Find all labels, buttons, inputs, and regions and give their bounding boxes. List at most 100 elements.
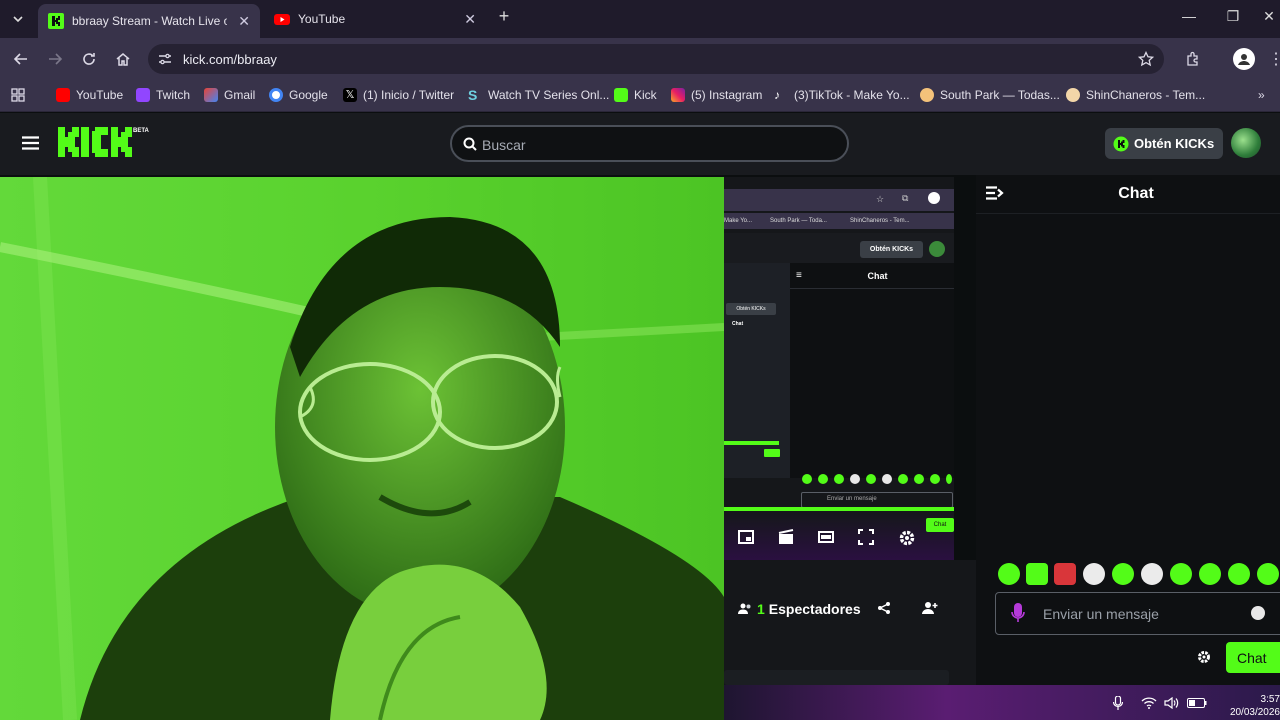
mic-tray-icon[interactable] — [1113, 696, 1123, 710]
emote-6[interactable] — [1141, 563, 1163, 585]
wifi-icon[interactable] — [1141, 697, 1157, 709]
emote-7[interactable] — [1170, 563, 1192, 585]
emote-1[interactable] — [998, 563, 1020, 585]
chat-title: Chat — [1118, 185, 1154, 202]
browser-tab-strip: bbraay Stream - Watch Live on ✕ YouTube … — [0, 0, 1280, 38]
bookmark-label: (1) Inicio / Twitter — [363, 88, 455, 102]
preview-bookmark: Make Yo... — [724, 218, 753, 224]
new-tab-button[interactable]: + — [493, 6, 515, 28]
gmail-icon — [204, 88, 218, 102]
kick-header: BETA Buscar Obtén KICKs — [0, 113, 1280, 175]
clock-date: 20/03/2026 — [1229, 707, 1280, 718]
minimize-button[interactable]: — — [1178, 8, 1200, 30]
bookmark-label: Kick — [634, 88, 657, 102]
tab-kick-stream[interactable]: bbraay Stream - Watch Live on ✕ — [38, 4, 260, 38]
back-icon[interactable] — [11, 49, 31, 69]
emote-5[interactable] — [1112, 563, 1134, 585]
clock-time: 3:57 — [1260, 694, 1280, 705]
tab-search-icon[interactable] — [8, 9, 28, 29]
user-avatar[interactable] — [1231, 128, 1261, 158]
bookmark-label: YouTube — [76, 88, 124, 102]
emote-2[interactable] — [1026, 563, 1048, 585]
profile-icon[interactable] — [1233, 48, 1255, 70]
emote-4[interactable] — [1083, 563, 1105, 585]
bookmark-label: ShinChaneros - Tem... — [1086, 88, 1206, 102]
youtube-icon — [56, 88, 70, 102]
apps-icon[interactable] — [11, 88, 25, 102]
close-tab-icon[interactable]: ✕ — [238, 13, 250, 30]
emoji-icon[interactable] — [1251, 606, 1265, 620]
chat-panel: Chat Enviar un mensaje Chat — [976, 175, 1280, 720]
extensions-icon[interactable] — [1183, 49, 1203, 69]
microphone-icon[interactable] — [1011, 603, 1025, 623]
emote-8[interactable] — [1199, 563, 1221, 585]
bookmark-label: Watch TV Series Onl... — [488, 88, 610, 102]
viewer-label: Espectadores — [768, 601, 861, 617]
get-kicks-button[interactable]: Obtén KICKs — [1105, 128, 1223, 159]
bookmark-kick[interactable]: Kick — [614, 88, 657, 102]
chat-send-label: Chat — [1237, 649, 1267, 666]
chat-send-button[interactable]: Chat — [1226, 642, 1280, 673]
browser-toolbar: kick.com/bbraay ⋮ — [0, 38, 1280, 80]
battery-icon[interactable] — [1187, 698, 1207, 708]
forward-icon[interactable] — [45, 49, 65, 69]
viewer-number: 1 — [757, 601, 765, 617]
address-bar[interactable]: kick.com/bbraay — [148, 44, 1164, 74]
tab-title: YouTube — [298, 12, 346, 26]
stream-video[interactable] — [0, 177, 724, 720]
browser-menu-icon[interactable]: ⋮ — [1266, 49, 1280, 69]
bookmark-google[interactable]: Google — [269, 88, 328, 102]
site-settings-icon[interactable] — [158, 52, 172, 66]
bookmark-tv-series[interactable]: S Watch TV Series Onl... — [468, 88, 609, 102]
tiktok-icon: ♪ — [774, 88, 780, 102]
bookmark-shinchan[interactable]: ShinChaneros - Tem... — [1066, 88, 1205, 102]
close-tab-icon[interactable]: ✕ — [464, 11, 476, 28]
google-icon — [269, 88, 283, 102]
bookmark-gmail[interactable]: Gmail — [204, 88, 255, 102]
bookmark-youtube[interactable]: YouTube — [56, 88, 123, 102]
bookmark-tiktok[interactable]: ♪ (3)TikTok - Make Yo... — [774, 88, 910, 102]
tab-title: bbraay Stream - Watch Live on — [72, 14, 227, 28]
close-window-button[interactable]: ✕ — [1258, 8, 1280, 30]
volume-icon[interactable] — [1164, 697, 1180, 709]
bookmark-twitter[interactable]: 𝕏 (1) Inicio / Twitter — [343, 88, 454, 102]
bookmark-southpark[interactable]: South Park — Todas... — [920, 88, 1060, 102]
kick-favicon — [48, 13, 64, 29]
follow-user-icon[interactable] — [922, 601, 938, 615]
emote-9[interactable] — [1228, 563, 1250, 585]
menu-icon[interactable] — [22, 136, 39, 150]
emote-3[interactable] — [1054, 563, 1076, 585]
more-bookmarks-icon[interactable]: » — [1258, 88, 1265, 102]
clip-icon — [778, 529, 794, 544]
maximize-button[interactable]: ❐ — [1222, 8, 1244, 30]
system-clock[interactable]: 3:57 20/03/2026 — [1230, 693, 1280, 719]
tab-youtube[interactable]: YouTube ✕ — [264, 4, 486, 34]
chat-message-input[interactable]: Enviar un mensaje — [995, 592, 1280, 635]
kick-logo[interactable] — [58, 127, 134, 157]
home-icon[interactable] — [113, 49, 133, 69]
reload-icon[interactable] — [79, 49, 99, 69]
bookmark-instagram[interactable]: (5) Instagram — [671, 88, 762, 102]
preview-get-kicks: Obtén KICKs — [860, 241, 923, 258]
chat-input-placeholder: Enviar un mensaje — [1043, 606, 1159, 622]
bookmark-label: South Park — Todas... — [940, 88, 1060, 102]
kicks-coin-icon — [1113, 136, 1129, 151]
share-icon[interactable] — [877, 601, 891, 615]
preview-message-input: Enviar un mensaje — [801, 492, 953, 508]
twitch-icon — [136, 88, 150, 102]
search-icon — [463, 137, 477, 151]
bookmark-star-icon[interactable] — [1138, 51, 1154, 67]
bookmark-twitch[interactable]: Twitch — [136, 88, 190, 102]
viewer-count: 1 Espectadores — [738, 601, 861, 617]
youtube-favicon — [274, 14, 290, 25]
s-icon: S — [468, 87, 478, 103]
chat-settings-icon[interactable] — [1197, 650, 1211, 664]
preview-bookmark: ShinChaneros - Tem... — [850, 218, 910, 224]
bookmark-label: Twitch — [156, 88, 191, 102]
preview-inner-frame: Obtén KICKs Chat — [724, 263, 790, 478]
search-input[interactable]: Buscar — [450, 125, 849, 162]
emote-10[interactable] — [1257, 563, 1279, 585]
webcam-frame — [0, 177, 724, 720]
get-kicks-label: Obtén KICKs — [1134, 136, 1215, 151]
stream-info-bar: 1 Espectadores — [724, 560, 976, 685]
